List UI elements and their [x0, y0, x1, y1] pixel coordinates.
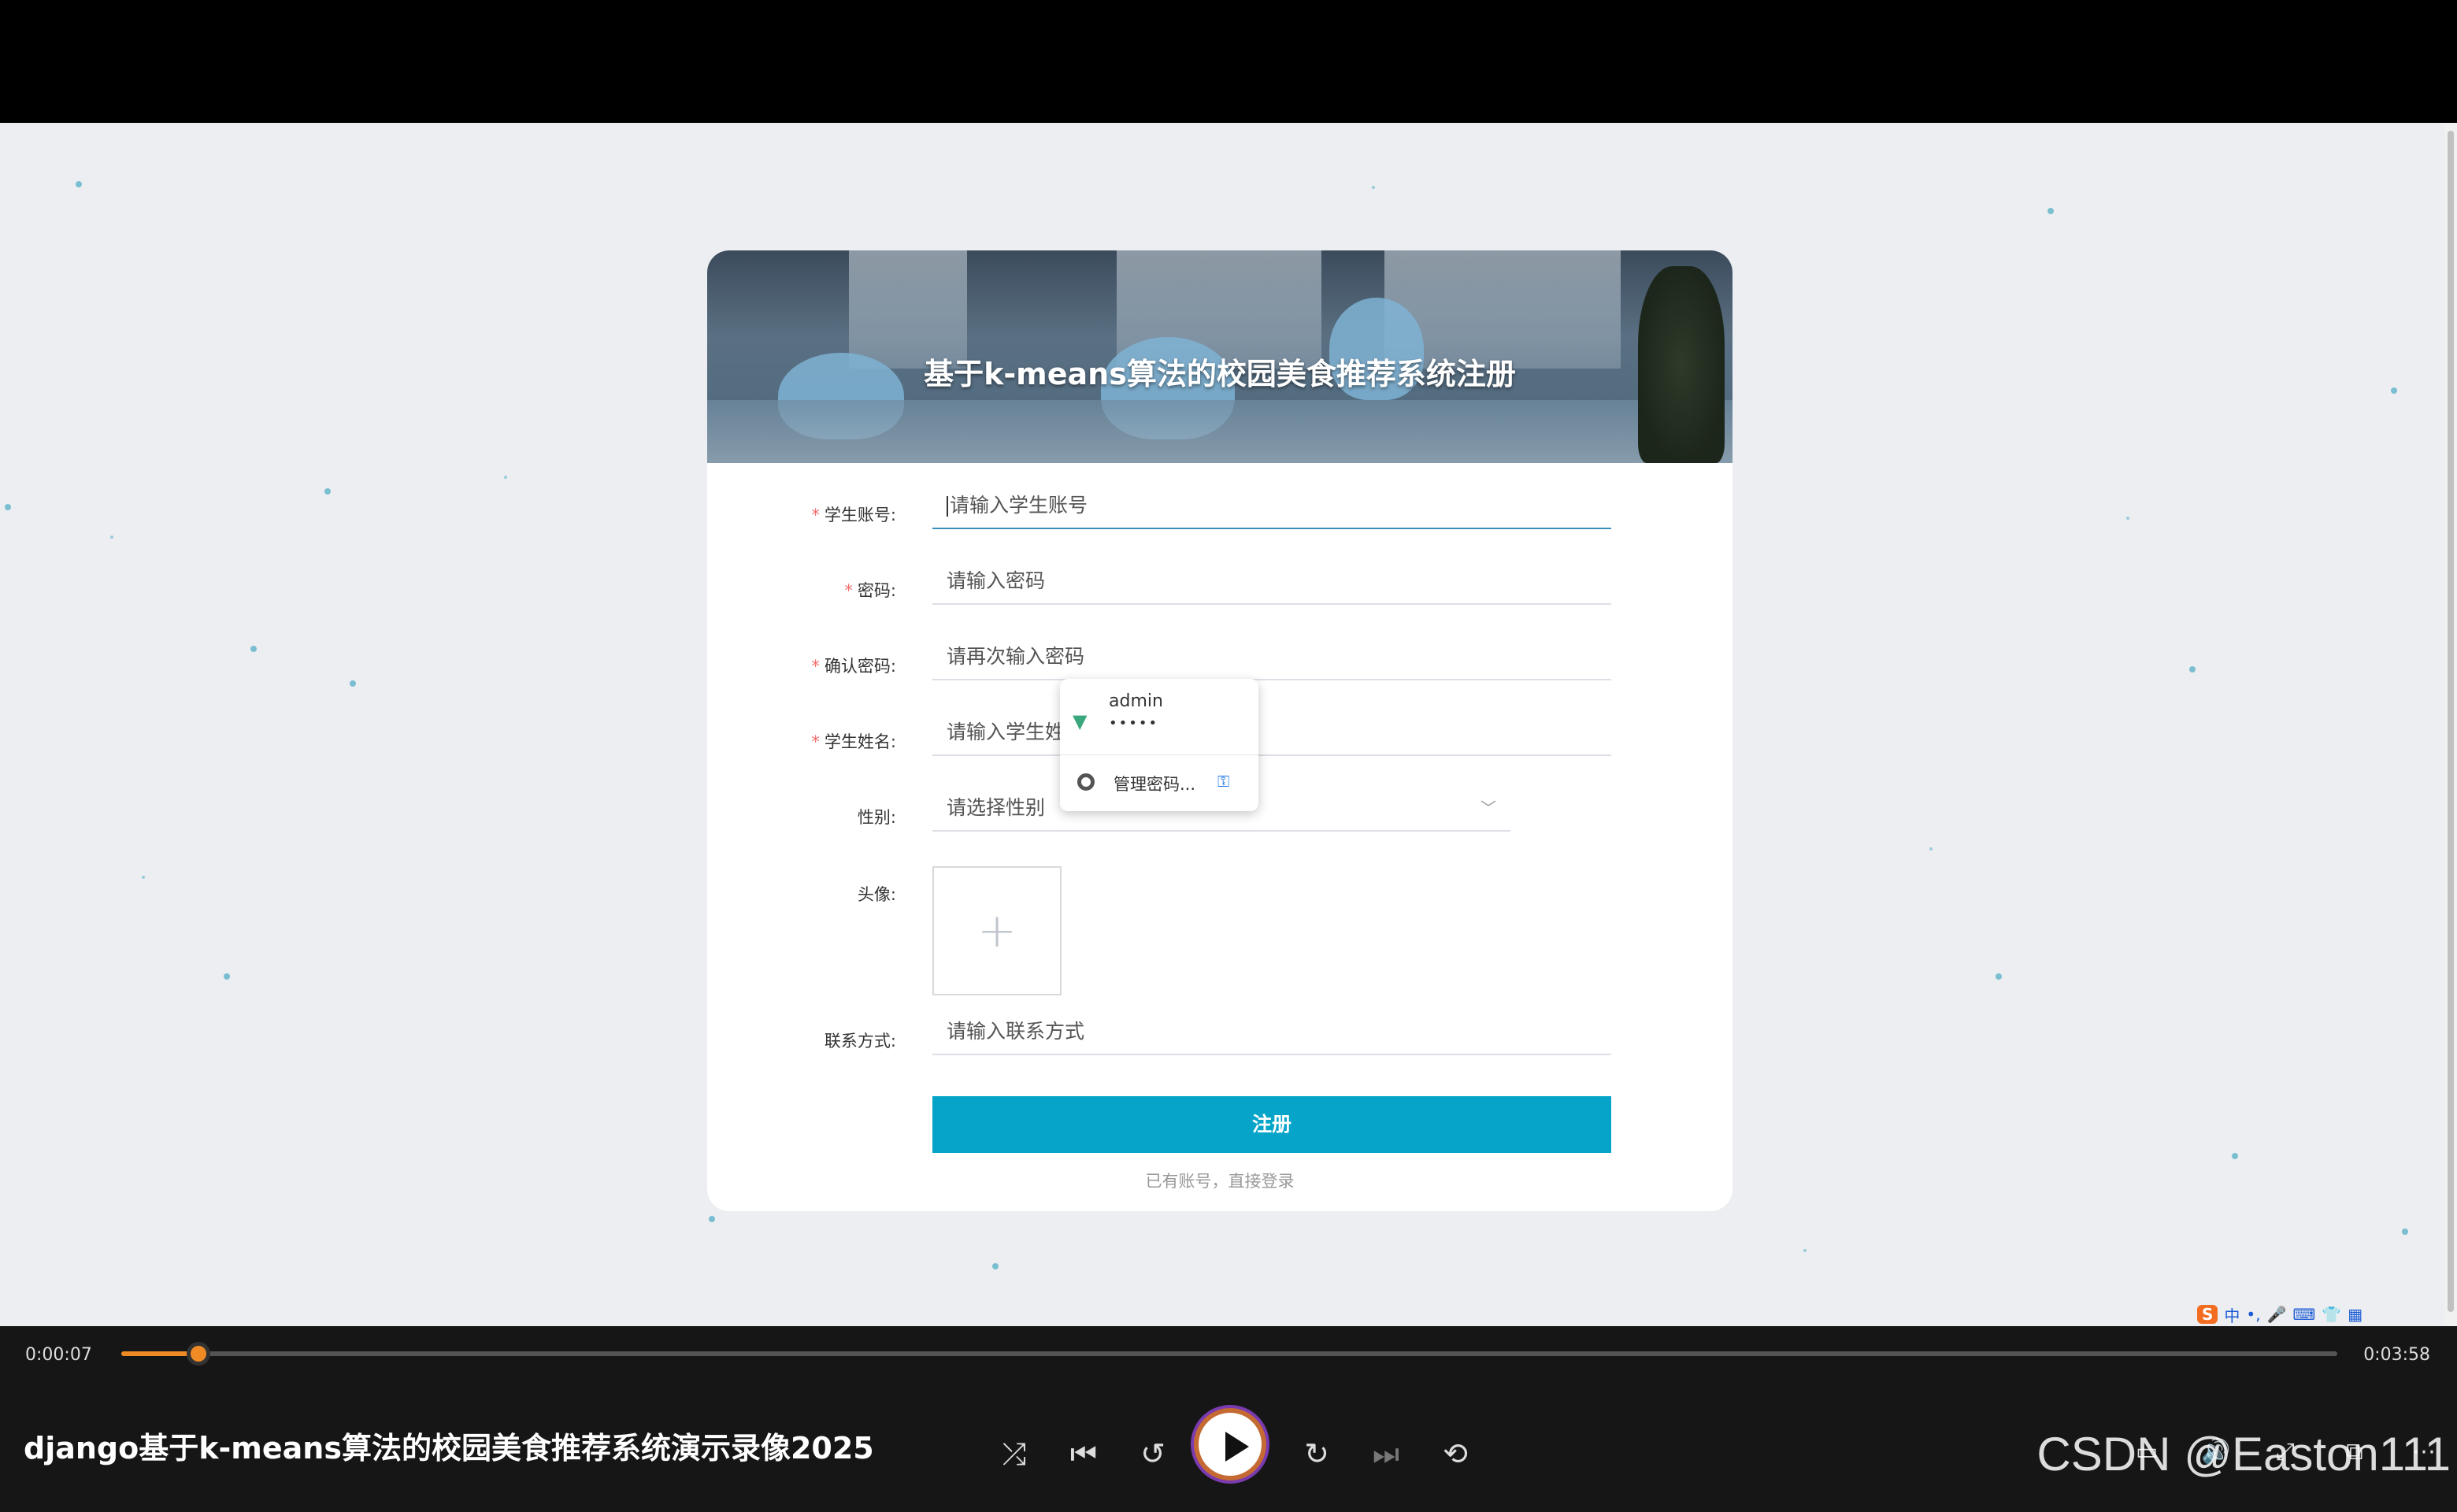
confirm-password-input[interactable]: 请再次输入密码: [932, 635, 1611, 680]
particle-dot: [1803, 1249, 1807, 1252]
particle-dot: [142, 876, 145, 879]
particle-dot: [2232, 1153, 2238, 1159]
screen: 基于k-means算法的校园美食推荐系统注册 * 学生账号: 请输入学生账号 * 密…: [0, 0, 2457, 1512]
banner-image: 基于k-means算法的校园美食推荐系统注册: [707, 250, 1732, 463]
vue-icon: ▼: [1073, 710, 1088, 732]
key-icon: ⚿: [1217, 772, 1230, 791]
punctuation-icon[interactable]: •,: [2246, 1305, 2260, 1324]
toolbox-icon[interactable]: ▦: [2348, 1305, 2362, 1324]
required-mark: *: [811, 732, 820, 751]
repeat-off-icon[interactable]: ⟲: [1436, 1435, 1474, 1473]
avatar-label: 头像:: [857, 885, 896, 904]
avatar-upload[interactable]: +: [932, 866, 1062, 995]
particle-dot: [709, 1216, 715, 1222]
gender-label: 性别:: [857, 808, 896, 827]
play-button[interactable]: [1194, 1408, 1266, 1480]
page-scrollbar[interactable]: [2444, 123, 2457, 1326]
required-mark: *: [844, 581, 853, 600]
sogou-logo: S: [2197, 1305, 2218, 1324]
mic-icon[interactable]: 🎤: [2267, 1305, 2287, 1324]
login-link[interactable]: 已有账号，直接登录: [707, 1169, 1732, 1192]
particle-dot: [1996, 973, 2002, 980]
account-input[interactable]: 请输入学生账号: [932, 484, 1611, 529]
shuffle-icon[interactable]: ⤮: [995, 1435, 1033, 1473]
particle-dot: [76, 181, 82, 187]
particle-dot: [2402, 1228, 2408, 1235]
ime-toolbar[interactable]: S 中 •, 🎤 ⌨ 👕 ▦: [2197, 1303, 2362, 1326]
current-time: 0:00:07: [25, 1345, 92, 1365]
manage-passwords-link[interactable]: 管理密码...: [1114, 772, 1195, 795]
play-icon: [1225, 1432, 1249, 1462]
password-autofill-popup: ▼ admin ••••• 管理密码... ⚿: [1060, 679, 1258, 811]
previous-icon[interactable]: ⏮: [1065, 1435, 1102, 1473]
chevron-down-icon: ﹀: [1480, 799, 1496, 817]
chrome-icon: [1077, 773, 1095, 791]
total-time: 0:03:58: [2363, 1345, 2430, 1365]
watermark: CSDN @Easton111: [2036, 1428, 2451, 1480]
forward-30-icon[interactable]: ↻: [1298, 1435, 1336, 1473]
text-cursor: [947, 496, 948, 517]
keyboard-icon[interactable]: ⌨: [2292, 1305, 2315, 1324]
password-input[interactable]: 请输入密码: [932, 559, 1611, 605]
particle-dot: [110, 536, 113, 539]
autofill-username[interactable]: admin: [1109, 691, 1163, 711]
skin-icon[interactable]: 👕: [2322, 1305, 2341, 1324]
autofill-password[interactable]: •••••: [1109, 715, 1158, 732]
registration-page: 基于k-means算法的校园美食推荐系统注册 * 学生账号: 请输入学生账号 * 密…: [0, 123, 2444, 1326]
password-label: * 密码:: [844, 581, 896, 600]
particle-dot: [1372, 186, 1375, 189]
register-button[interactable]: 注册: [932, 1096, 1611, 1153]
particle-dot: [2126, 517, 2129, 520]
required-mark: *: [811, 506, 820, 524]
top-black-bar: [0, 0, 2457, 123]
progress-bar[interactable]: [121, 1342, 2337, 1366]
student-name-input[interactable]: 请输入学生姓名: [932, 710, 1611, 756]
particle-dot: [2391, 387, 2397, 394]
rewind-10-icon[interactable]: ↺: [1134, 1435, 1172, 1473]
particle-dot: [504, 476, 507, 479]
particle-dot: [324, 488, 331, 495]
video-title: django基于k-means算法的校园美食推荐系统演示录像2025: [24, 1431, 874, 1466]
particle-dot: [2048, 208, 2054, 214]
account-label: * 学生账号:: [811, 506, 896, 524]
next-icon[interactable]: ⏭: [1367, 1435, 1405, 1473]
contact-label: 联系方式:: [824, 1032, 896, 1051]
particle-dot: [2189, 666, 2196, 673]
scrollbar-thumb[interactable]: [2448, 131, 2454, 1312]
student-name-label: * 学生姓名:: [811, 732, 896, 751]
ime-mode[interactable]: 中: [2224, 1303, 2240, 1326]
particle-dot: [350, 680, 356, 687]
plus-icon: +: [976, 903, 1017, 958]
divider: [1060, 754, 1258, 755]
particle-dot: [5, 504, 11, 510]
particle-dot: [1929, 847, 1933, 850]
required-mark: *: [811, 657, 820, 676]
page-title: 基于k-means算法的校园美食推荐系统注册: [924, 357, 1516, 391]
progress-knob[interactable]: [187, 1342, 211, 1366]
confirm-password-label: * 确认密码:: [811, 657, 896, 676]
particle-dot: [992, 1263, 999, 1269]
particle-dot: [224, 973, 230, 980]
contact-input[interactable]: 请输入联系方式: [932, 1010, 1611, 1055]
particle-dot: [250, 646, 257, 652]
